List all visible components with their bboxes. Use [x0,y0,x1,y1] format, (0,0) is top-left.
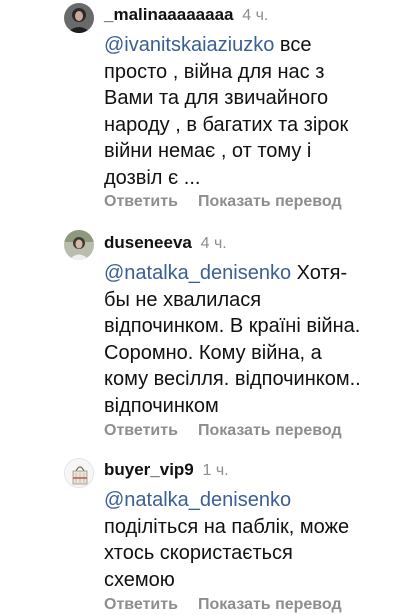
mention-link[interactable]: @natalka_denisenko [104,489,291,511]
mention-link[interactable]: @ivanitskaiaziuzko [104,34,274,56]
show-translation-button[interactable]: Показать перевод [198,193,342,210]
comment-line: @natalka_denisenko [104,487,396,514]
avatar[interactable] [64,458,94,488]
comment-actions: Ответить Показать перевод [104,421,342,441]
comment-line: відпочинком [104,394,219,417]
comment-actions: Ответить Показать перевод [104,595,342,615]
avatar[interactable] [64,3,94,33]
comment-line: поділіться на паблік, може [104,515,350,538]
profile-photo-icon [64,3,94,33]
comment-text: @natalka_denisenko Хотя- бы не хвалилася… [104,260,396,419]
comment-actions: Ответить Показать перевод [104,192,342,212]
comment-line: Соромно. Кому війна, а [104,341,322,364]
reply-button[interactable]: Ответить [104,422,178,439]
comment-line: @ivanitskaiaziuzko все [104,32,396,59]
timestamp: 4 ч. [242,7,269,24]
comments-feed: _malinaaaaaaaa 4 ч. @ivanitskaiaziuzko в… [0,0,404,613]
mention-link[interactable]: @natalka_denisenko [104,262,291,284]
comment-line: схемою [104,568,175,591]
handbag-photo-icon [65,459,93,487]
comment-line: @natalka_denisenko Хотя- [104,260,396,287]
comment-line: народу , в багатих та зірок [104,113,349,136]
reply-button[interactable]: Ответить [104,596,178,613]
comment-line: дозвіл є ... [104,166,201,189]
reply-button[interactable]: Ответить [104,193,178,210]
line-text: все [274,34,312,56]
comment-line: війни немає , от тому і [104,140,312,162]
username[interactable]: buyer_vip9 [104,460,194,479]
comment-text: @ivanitskaiaziuzko все просто , війна дл… [104,32,396,191]
username[interactable]: duseneeva [104,233,192,252]
username[interactable]: _malinaaaaaaaa [104,5,234,24]
line-text: Хотя- [291,262,348,284]
comment-line: Вами та для звичайного [104,87,329,109]
comment-line: хтось скористається [104,542,293,564]
avatar[interactable] [64,230,94,260]
comment-line: бы не хвалилася [104,288,262,311]
comment-line: кому весілля. відпочинком.. [104,368,361,390]
show-translation-button[interactable]: Показать перевод [198,596,342,613]
comment-text: @natalka_denisenko поділіться на паблік,… [104,487,396,593]
comment-line: просто , війна для нас з [104,60,325,83]
show-translation-button[interactable]: Показать перевод [198,422,342,439]
timestamp: 1 ч. [202,462,229,479]
profile-photo-icon [64,230,94,260]
comment-line: відпочинком. В країні війна. [104,315,361,337]
timestamp: 4 ч. [200,235,227,252]
